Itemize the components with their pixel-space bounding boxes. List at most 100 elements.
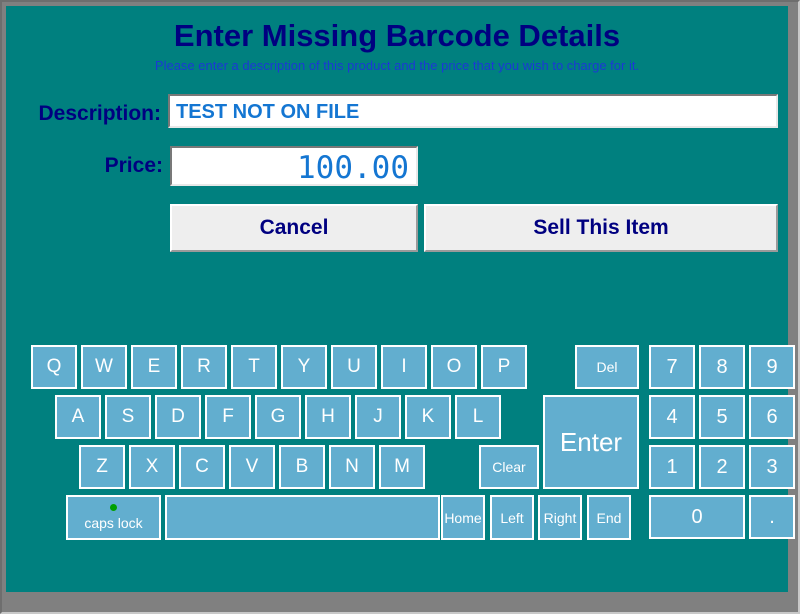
key-enter[interactable]: Enter — [543, 395, 639, 489]
key-label: Enter — [559, 426, 623, 457]
key-y[interactable]: Y — [281, 345, 327, 389]
price-input[interactable]: 100.00 — [170, 146, 418, 186]
key-clear[interactable]: Clear — [479, 445, 539, 489]
key-label: K — [421, 406, 435, 427]
key-t[interactable]: T — [231, 345, 277, 389]
key-label: 4 — [666, 405, 678, 428]
key-label: 0 — [691, 505, 703, 528]
description-input[interactable]: TEST NOT ON FILE — [168, 94, 778, 128]
key-label: C — [195, 456, 209, 477]
key-c[interactable]: C — [179, 445, 225, 489]
key-o[interactable]: O — [431, 345, 477, 389]
page-subtitle: Please enter a description of this produ… — [154, 58, 640, 73]
key-label: Left — [500, 509, 524, 526]
key-label: 8 — [716, 355, 728, 378]
key-label: I — [401, 356, 407, 377]
key-z[interactable]: Z — [79, 445, 125, 489]
key-i[interactable]: I — [381, 345, 427, 389]
key-label: G — [270, 406, 286, 427]
key-label: 9 — [766, 355, 778, 378]
sell-this-item-button[interactable]: Sell This Item — [424, 204, 778, 252]
key-j[interactable]: J — [355, 395, 401, 439]
key-label: Home — [444, 509, 482, 526]
key-label: caps lock — [84, 515, 143, 531]
description-label: Description: — [38, 102, 161, 125]
key-label: F — [222, 406, 234, 427]
key-num-3[interactable]: 3 — [749, 445, 795, 489]
caps-lock-led-icon — [110, 504, 117, 511]
key-label: Q — [46, 356, 62, 377]
key-label: P — [497, 356, 511, 377]
key-num-1[interactable]: 1 — [649, 445, 695, 489]
key-label: Del — [596, 359, 618, 375]
key-label: B — [295, 456, 309, 477]
key-space[interactable] — [165, 495, 440, 540]
key-del[interactable]: Del — [575, 345, 639, 389]
key-num-2[interactable]: 2 — [699, 445, 745, 489]
key-label: 1 — [666, 455, 678, 478]
key-h[interactable]: H — [305, 395, 351, 439]
key-label: . — [769, 505, 775, 528]
page-title: Enter Missing Barcode Details — [173, 18, 621, 53]
key-label: A — [71, 406, 85, 427]
key-label: M — [394, 456, 410, 477]
key-f[interactable]: F — [205, 395, 251, 439]
key-num-0[interactable]: 0 — [649, 495, 745, 539]
key-p[interactable]: P — [481, 345, 527, 389]
key-label: V — [245, 456, 259, 477]
key-e[interactable]: E — [131, 345, 177, 389]
key-m[interactable]: M — [379, 445, 425, 489]
price-value: 100.00 — [297, 150, 409, 186]
key-label: S — [121, 406, 135, 427]
key-s[interactable]: S — [105, 395, 151, 439]
key-label: End — [596, 509, 622, 526]
key-num-7[interactable]: 7 — [649, 345, 695, 389]
key-v[interactable]: V — [229, 445, 275, 489]
key-k[interactable]: K — [405, 395, 451, 439]
key-num-9[interactable]: 9 — [749, 345, 795, 389]
key-label: Clear — [492, 459, 526, 475]
key-u[interactable]: U — [331, 345, 377, 389]
key-label: R — [197, 356, 211, 377]
key-b[interactable]: B — [279, 445, 325, 489]
key-g[interactable]: G — [255, 395, 301, 439]
key-right[interactable]: Right — [538, 495, 582, 540]
key-n[interactable]: N — [329, 445, 375, 489]
key-num-8[interactable]: 8 — [699, 345, 745, 389]
key-q[interactable]: Q — [31, 345, 77, 389]
key-label: 7 — [666, 355, 678, 378]
key-label: 3 — [766, 455, 778, 478]
key-label: 2 — [716, 455, 728, 478]
key-label: O — [446, 356, 462, 377]
application-window: Enter Missing Barcode Details Please ent… — [0, 0, 800, 614]
key-d[interactable]: D — [155, 395, 201, 439]
key-num-6[interactable]: 6 — [749, 395, 795, 439]
key-label: J — [373, 406, 383, 427]
key-left[interactable]: Left — [490, 495, 534, 540]
window-client-area: Enter Missing Barcode Details Please ent… — [6, 6, 795, 592]
key-r[interactable]: R — [181, 345, 227, 389]
key-num-5[interactable]: 5 — [699, 395, 745, 439]
key-end[interactable]: End — [587, 495, 631, 540]
key-label: Right — [543, 509, 577, 526]
key-home[interactable]: Home — [441, 495, 485, 540]
key-num-4[interactable]: 4 — [649, 395, 695, 439]
cancel-button[interactable]: Cancel — [170, 204, 418, 252]
key-label: D — [171, 406, 185, 427]
key-label: L — [472, 406, 484, 427]
key-label: 5 — [716, 405, 728, 428]
key-label: T — [248, 356, 260, 377]
key-label: 6 — [766, 405, 778, 428]
key-l[interactable]: L — [455, 395, 501, 439]
key-x[interactable]: X — [129, 445, 175, 489]
key-label: Z — [96, 456, 108, 477]
price-label: Price: — [104, 154, 163, 177]
key-w[interactable]: W — [81, 345, 127, 389]
key-label: E — [147, 356, 161, 377]
key-label: Y — [297, 356, 311, 377]
key-a[interactable]: A — [55, 395, 101, 439]
key-decimal-point[interactable]: . — [749, 495, 795, 539]
key-label: U — [347, 356, 361, 377]
key-label: W — [95, 356, 113, 377]
key-caps-lock[interactable]: caps lock — [66, 495, 161, 540]
